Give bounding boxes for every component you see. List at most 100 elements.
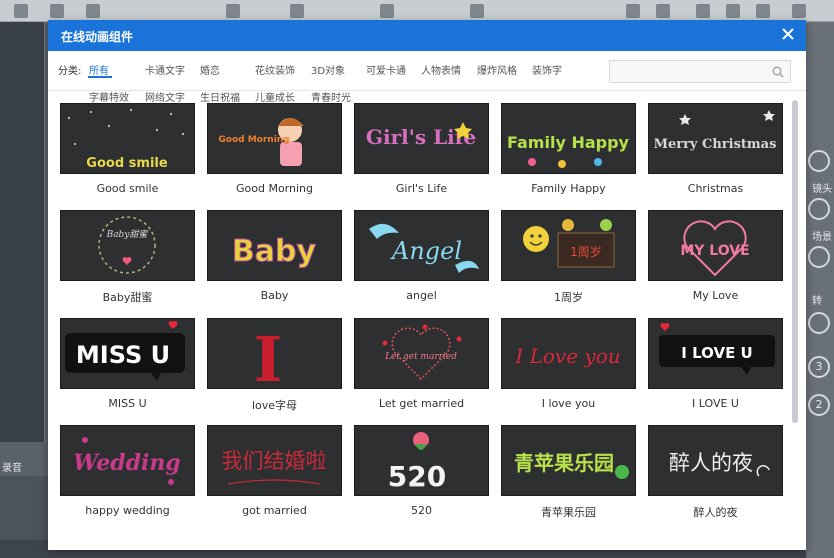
my-love-art: MY LOVE [680, 220, 750, 277]
girls-life-art: Girl's Life [366, 122, 476, 149]
component-caption: I LOVE U [692, 397, 739, 410]
component-card-intoxicating-night[interactable]: 醉人的夜 醉人的夜 [648, 425, 783, 525]
tab-youth[interactable]: 青春时光 [311, 89, 351, 104]
component-caption: 醉人的夜 [693, 506, 738, 519]
component-thumbnail[interactable]: I [207, 318, 342, 389]
component-card-first-birthday[interactable]: 1周岁 1周岁 [501, 210, 636, 310]
svg-text:Good smile: Good smile [86, 156, 168, 171]
search-input[interactable] [609, 60, 791, 83]
component-card-miss-u[interactable]: MISS U MISS U [60, 318, 195, 418]
zoom-out-icon [656, 4, 670, 18]
intoxicating-night-art: 醉人的夜 [669, 451, 770, 477]
angel-art: Angel [369, 223, 479, 273]
family-happy-art: Family Happy [507, 133, 630, 168]
component-thumbnail[interactable]: I LOVE U [648, 318, 783, 389]
tab-character-expressions[interactable]: 人物表情 [421, 62, 461, 77]
component-thumbnail[interactable]: Good smile [60, 103, 195, 174]
component-thumbnail[interactable]: 1周岁 [501, 210, 636, 281]
component-caption: Baby甜蜜 [102, 291, 153, 304]
component-card-family-happy[interactable]: Family Happy Family Happy [501, 103, 636, 203]
close-icon[interactable] [778, 25, 798, 45]
component-thumbnail[interactable]: 520 [354, 425, 489, 496]
toolbar-icon [290, 4, 304, 18]
component-grid: Good smile Good smile Good Morning Good … [48, 91, 806, 550]
component-card-angel[interactable]: Angel angel [354, 210, 489, 310]
got-married-art: 我们结婚啦 [222, 449, 327, 485]
tab-cute-cartoon[interactable]: 可爱卡通 [366, 62, 406, 77]
happy-wedding-art: Wedding [73, 437, 181, 485]
background-toolbar [0, 0, 834, 22]
green-apple-park-art: 青苹果乐园 [514, 451, 629, 479]
component-card-good-smile[interactable]: Good smile Good smile [60, 103, 195, 203]
tab-3d-objects[interactable]: 3D对象 [311, 62, 345, 77]
component-thumbnail[interactable]: Wedding [60, 425, 195, 496]
component-card-good-morning[interactable]: Good Morning Good Morning [207, 103, 342, 203]
svg-text:Good Morning: Good Morning [218, 135, 289, 145]
tab-explosion-style[interactable]: 爆炸风格 [477, 62, 517, 77]
component-card-baby[interactable]: Baby Baby [207, 210, 342, 310]
component-card-christmas[interactable]: Merry Christmas Christmas [648, 103, 783, 203]
component-card-my-love[interactable]: MY LOVE My Love [648, 210, 783, 310]
component-thumbnail[interactable]: Merry Christmas [648, 103, 783, 174]
tab-birthday-wishes[interactable]: 生日祝福 [200, 89, 240, 104]
i-love-you-art: I Love you [514, 344, 620, 368]
component-thumbnail[interactable]: Good Morning [207, 103, 342, 174]
tab-floral-decoration[interactable]: 花纹装饰 [255, 62, 295, 77]
component-thumbnail[interactable]: I Love you [501, 318, 636, 389]
component-caption: 青苹果乐园 [541, 506, 596, 519]
component-card-green-apple-park[interactable]: 青苹果乐园 青苹果乐园 [501, 425, 636, 525]
add-button[interactable] [808, 246, 830, 268]
svg-text:MY LOVE: MY LOVE [680, 243, 749, 259]
component-caption: Good smile [96, 182, 159, 195]
undo-icon [792, 4, 806, 18]
component-card-girls-life[interactable]: Girl's Life Girl's Life [354, 103, 489, 203]
component-thumbnail[interactable]: 醉人的夜 [648, 425, 783, 496]
component-card-baby-sweet[interactable]: Baby甜蜜 Baby甜蜜 [60, 210, 195, 310]
toolbar-icon [50, 4, 64, 18]
baby-art: Baby [231, 234, 317, 270]
component-card-happy-wedding[interactable]: Wedding happy wedding [60, 425, 195, 525]
tab-decorative-text[interactable]: 装饰字 [532, 62, 562, 77]
component-card-i-love-u[interactable]: I LOVE U I LOVE U [648, 318, 783, 418]
svg-text:MISS U: MISS U [76, 341, 170, 369]
tab-internet-text[interactable]: 网络文字 [145, 89, 185, 104]
tab-subtitle-effects[interactable]: 字幕特效 [89, 89, 129, 104]
component-caption: Christmas [687, 182, 744, 195]
component-thumbnail[interactable]: 我们结婚啦 [207, 425, 342, 496]
component-caption: Good Morning [236, 182, 313, 195]
copy-icon [726, 4, 740, 18]
scene-button[interactable] [808, 198, 830, 220]
grid-scrollbar[interactable] [792, 100, 798, 423]
tab-romance[interactable]: 婚恋 [200, 62, 220, 77]
svg-text:Let get married: Let get married [384, 352, 457, 362]
toolbar-icon [226, 4, 240, 18]
side-button[interactable] [808, 312, 830, 334]
component-thumbnail[interactable]: Baby [207, 210, 342, 281]
side-number-button[interactable]: 3 [808, 356, 830, 378]
component-caption: angel [406, 289, 437, 302]
component-thumbnail[interactable]: Girl's Life [354, 103, 489, 174]
component-thumbnail[interactable]: Let get married [354, 318, 489, 389]
search-icon[interactable] [771, 65, 785, 79]
five-two-zero-art: 520 [388, 432, 446, 493]
dialog-title: 在线动画组件 [61, 30, 134, 44]
component-thumbnail[interactable]: MISS U [60, 318, 195, 389]
component-thumbnail[interactable]: Family Happy [501, 103, 636, 174]
tab-all[interactable]: 所有 [89, 62, 109, 77]
miss-u-art: MISS U [65, 321, 185, 381]
component-card-got-married[interactable]: 我们结婚啦 got married [207, 425, 342, 525]
component-card-love-letters[interactable]: I love字母 [207, 318, 342, 418]
component-card-i-love-you[interactable]: I Love you I love you [501, 318, 636, 418]
component-thumbnail[interactable]: Baby甜蜜 [60, 210, 195, 281]
component-card-520[interactable]: 520 520 [354, 425, 489, 525]
tab-cartoon-text[interactable]: 卡通文字 [145, 62, 185, 77]
component-thumbnail[interactable]: Angel [354, 210, 489, 281]
camera-button[interactable] [808, 150, 830, 172]
component-thumbnail[interactable]: 青苹果乐园 [501, 425, 636, 496]
component-card-let-get-married[interactable]: Let get married Let get married [354, 318, 489, 418]
tab-child-growth[interactable]: 儿童成长 [255, 89, 295, 104]
toolbar-icon [86, 4, 100, 18]
side-number-button[interactable]: 2 [808, 394, 830, 416]
component-thumbnail[interactable]: MY LOVE [648, 210, 783, 281]
svg-text:Baby: Baby [232, 234, 317, 269]
